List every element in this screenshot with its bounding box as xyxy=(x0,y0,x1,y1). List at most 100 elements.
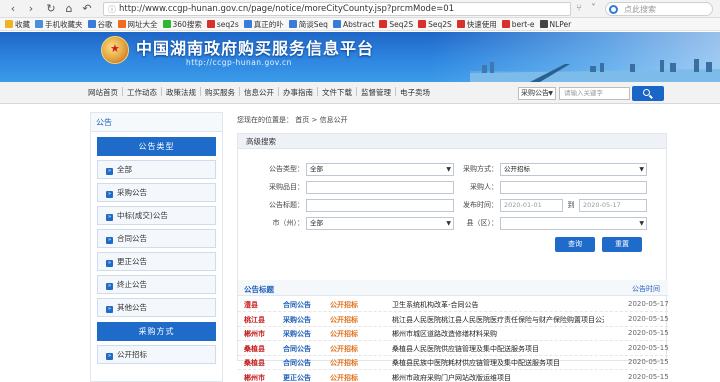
notice-type-select[interactable]: 全部 ▼ xyxy=(306,163,454,176)
favorite-item[interactable]: Seq2S xyxy=(418,18,452,30)
dropdown-icon[interactable]: ˅ xyxy=(591,2,596,16)
result-row[interactable]: 桃江县 采购公告 公开招标 桃江县人民医院桃江县人民医院医疗责任保险与财产保险购置项目… xyxy=(238,313,668,327)
browser-search-placeholder[interactable]: 点此搜索 xyxy=(624,4,656,15)
result-method: 公开招标 xyxy=(330,373,358,382)
favorite-icon xyxy=(332,20,341,28)
forward-icon[interactable]: › xyxy=(24,2,38,16)
favorite-item[interactable]: 收藏 xyxy=(5,18,30,30)
url-field[interactable]: ⓘ http://www.ccgp-hunan.gov.cn/page/noti… xyxy=(103,2,571,16)
back-icon[interactable]: ‹ xyxy=(6,2,20,16)
favorite-icon xyxy=(243,20,252,28)
county-select[interactable]: ▼ xyxy=(500,217,647,230)
sidebar-item-label: 中标(成交)公告 xyxy=(117,211,168,220)
double-arrow-icon: » xyxy=(106,283,113,290)
favorite-label: Seq2S xyxy=(389,20,414,29)
favorite-item[interactable]: bert-e xyxy=(501,18,535,30)
notice-type-label: 公告类型： xyxy=(269,165,304,173)
home-icon[interactable]: ⌂ xyxy=(62,2,76,16)
double-arrow-icon: » xyxy=(106,306,113,313)
double-arrow-icon: » xyxy=(106,260,113,267)
result-date: 2020-05-15 xyxy=(628,343,668,352)
nav-item[interactable]: 购买服务 xyxy=(205,82,235,104)
result-type: 合同公告 xyxy=(283,301,311,309)
sidebar-item-label: 全部 xyxy=(117,165,132,174)
sidebar-item[interactable]: » 更正公告 xyxy=(97,252,216,271)
favorite-item[interactable]: Seq2S xyxy=(379,18,414,30)
city-select[interactable]: 全部 ▼ xyxy=(306,217,454,230)
nav-search-select-value: 采购公告 xyxy=(521,89,549,97)
favorite-item[interactable]: 网址大全 xyxy=(117,18,158,30)
page-info-icon[interactable]: ⓘ xyxy=(108,4,116,15)
result-title[interactable]: 桑植县民族中医院耗材供应链管理及集中配送服务项目 xyxy=(392,358,604,368)
date-to-input[interactable]: 2020-05-17 xyxy=(579,199,647,212)
sidebar-item[interactable]: » 采购公告 xyxy=(97,183,216,202)
result-date: 2020-05-15 xyxy=(628,358,668,366)
favorite-item[interactable]: NLPer xyxy=(539,18,572,30)
breadcrumb-current: 信息公开 xyxy=(319,116,348,124)
favorite-item[interactable]: 快速使用 xyxy=(456,18,497,30)
double-arrow-icon: » xyxy=(106,353,113,360)
favorite-item[interactable]: Abstract xyxy=(332,18,374,30)
result-method: 公开招标 xyxy=(330,344,358,353)
nav-item[interactable]: 电子卖场 xyxy=(400,82,430,104)
site-title: 中国湖南政府购买服务信息平台 xyxy=(136,39,375,58)
nav-item[interactable]: 信息公开 xyxy=(244,82,274,104)
favorite-item[interactable]: seq2s xyxy=(206,18,239,30)
result-title[interactable]: 卫生系统机构改革-合同公告 xyxy=(392,300,604,310)
result-type: 更正公告 xyxy=(283,373,311,382)
chevron-down-icon: ▼ xyxy=(548,90,553,97)
nav-search-button[interactable] xyxy=(632,86,664,101)
share-icon[interactable]: ⑂ xyxy=(576,2,582,16)
browser-search-box[interactable]: 点此搜索 xyxy=(605,2,713,16)
notice-title-input[interactable] xyxy=(306,199,454,212)
favorite-label: 收藏 xyxy=(15,20,30,29)
result-row[interactable]: 桑植县 合同公告 公开招标 桑植县民族中医院耗材供应链管理及集中配送服务项目 2020-… xyxy=(238,356,668,370)
procurement-item-input[interactable] xyxy=(306,181,454,194)
favorite-item[interactable]: 手机收藏夹 xyxy=(35,18,83,30)
nav-search-input[interactable]: 请输入关键字 xyxy=(559,87,630,100)
refresh-icon[interactable]: ↻ xyxy=(44,2,58,16)
reset-button[interactable]: 重置 xyxy=(602,237,642,252)
nav-item[interactable]: 办事指南 xyxy=(283,82,313,104)
nav-item[interactable]: 监督管理 xyxy=(361,82,391,104)
url-text[interactable]: http://www.ccgp-hunan.gov.cn/page/notice… xyxy=(119,4,454,14)
result-row[interactable]: 郴州市 更正公告 公开招标 郴州市政府采购门户网站改版运维项目 2020-05-15 xyxy=(238,371,668,382)
sidebar-item-label: 采购公告 xyxy=(117,188,147,197)
favorite-item[interactable]: 谷歌 xyxy=(87,18,113,30)
restore-icon[interactable]: ↶ xyxy=(80,2,94,16)
favorite-label: NLPer xyxy=(549,20,572,29)
date-range-separator: 到 xyxy=(567,201,575,209)
sidebar-item[interactable]: » 终止公告 xyxy=(97,275,216,294)
result-title[interactable]: 郴州市城区道路改造修缮材料采购 xyxy=(392,329,604,339)
result-title[interactable]: 郴州市政府采购门户网站改版运维项目 xyxy=(392,373,604,382)
notice-type-list: » 全部 » 采购公告 » 中标(成交)公告 » 合同公告 » 更正公告 » 终止公告 » 其他公告 xyxy=(97,160,216,317)
sidebar-item[interactable]: » 公开招标 xyxy=(97,345,216,364)
result-row[interactable]: 澧县 合同公告 公开招标 卫生系统机构改革-合同公告 2020-05-17 xyxy=(238,298,668,312)
nav-item[interactable]: 政策法规 xyxy=(166,82,196,104)
sidebar-header: 公告 xyxy=(91,113,222,132)
sidebar-item[interactable]: » 中标(成交)公告 xyxy=(97,206,216,225)
query-button[interactable]: 查询 xyxy=(555,237,595,252)
nav-item[interactable]: 工作动态 xyxy=(127,82,157,104)
nav-search-select[interactable]: 采购公告 ▼ xyxy=(518,87,556,100)
breadcrumb-home[interactable]: 首页 xyxy=(295,116,309,124)
sidebar-item[interactable]: » 全部 xyxy=(97,160,216,179)
category-header-procurement-method: 采购方式 xyxy=(97,322,216,341)
nav-item[interactable]: 文件下载 xyxy=(322,82,352,104)
result-row[interactable]: 桑植县 合同公告 公开招标 桑植县人民医院供应链管理及集中配送服务项目 2020-05-… xyxy=(238,342,668,356)
favorite-item[interactable]: 简谈Seq xyxy=(288,18,328,30)
notice-title-label: 公告标题： xyxy=(269,201,304,209)
procurement-method-select[interactable]: 公开招标 ▼ xyxy=(500,163,647,176)
result-title[interactable]: 桑植县人民医院供应链管理及集中配送服务项目 xyxy=(392,344,604,354)
favorite-item[interactable]: 真正的卟 xyxy=(243,18,284,30)
nav-item[interactable]: 网站首页 xyxy=(88,82,118,104)
advanced-search-title: 高级搜索 xyxy=(238,134,666,149)
favorite-item[interactable]: 360搜索 xyxy=(162,18,202,30)
sidebar-item[interactable]: » 其他公告 xyxy=(97,298,216,317)
sidebar-item[interactable]: » 合同公告 xyxy=(97,229,216,248)
date-from-input[interactable]: 2020-01-01 xyxy=(500,199,563,212)
buyer-input[interactable] xyxy=(500,181,647,194)
results-title-column: 公告标题 xyxy=(244,285,274,294)
result-title[interactable]: 桃江县人民医院桃江县人民医院医疗责任保险与财产保险购置项目公开... xyxy=(392,315,604,325)
result-row[interactable]: 郴州市 采购公告 公开招标 郴州市城区道路改造修缮材料采购 2020-05-15 xyxy=(238,327,668,341)
